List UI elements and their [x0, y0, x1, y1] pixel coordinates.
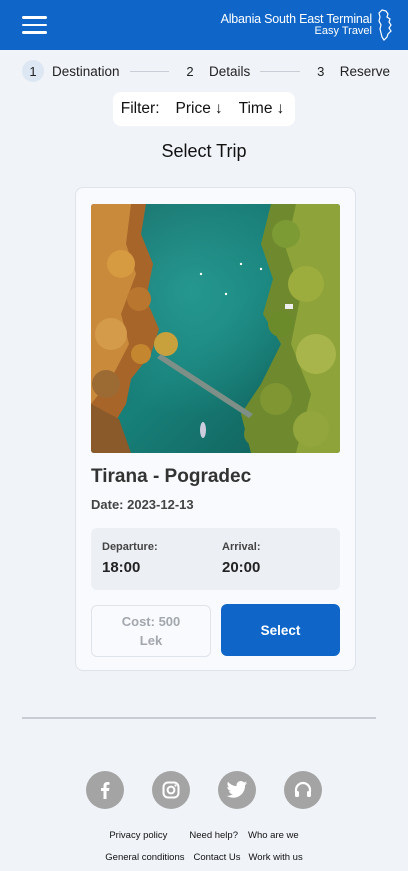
arrow-down-icon: ↓ [276, 100, 285, 117]
sort-time-button[interactable]: Time ↓ [239, 100, 285, 118]
booking-stepper: 1 Destination 2 Details 3 Reserve [0, 50, 408, 92]
trip-photo [91, 204, 340, 453]
departure-time: 18:00 [102, 559, 141, 576]
trip-route: Tirana - Pogradec [91, 466, 252, 487]
filter-bar: Filter: Price ↓ Time ↓ [112, 92, 296, 126]
step-details[interactable]: 2 Details [179, 60, 250, 82]
step-destination[interactable]: 1 Destination [22, 60, 120, 82]
who-are-we-link[interactable]: Who are we [248, 830, 299, 841]
step-connector [129, 70, 169, 72]
footer-links-row-1: Privacy policy Need help? Who are we [0, 830, 408, 841]
albania-map-icon [378, 9, 392, 41]
sort-price-label: Price [175, 100, 211, 117]
twitter-icon[interactable] [218, 771, 256, 809]
select-trip-button[interactable]: Select [221, 604, 340, 656]
step-reserve[interactable]: 3 Reserve [310, 60, 390, 82]
brand-subtitle: Easy Travel [314, 25, 372, 37]
brand-logo[interactable]: Albania South East Terminal Easy Travel [221, 9, 394, 41]
social-links [0, 771, 408, 809]
trip-times: Departure: 18:00 Arrival: 20:00 [91, 528, 340, 590]
step-connector [260, 70, 300, 72]
footer-links-row-2: General conditions Contact Us Work with … [0, 852, 408, 863]
sort-price-button[interactable]: Price ↓ [176, 100, 223, 118]
headset-icon[interactable] [284, 771, 322, 809]
arrival-label: Arrival: [222, 541, 261, 553]
step-number: 1 [22, 60, 44, 82]
filter-label: Filter: [120, 100, 160, 117]
app-header: Albania South East Terminal Easy Travel [0, 0, 408, 50]
facebook-icon[interactable] [86, 771, 124, 809]
footer-divider [22, 717, 376, 719]
menu-icon[interactable] [22, 16, 47, 34]
trip-card: Tirana - Pogradec Date: 2023-12-13 Depar… [75, 187, 356, 671]
arrival-time: 20:00 [222, 559, 261, 576]
arrow-down-icon: ↓ [214, 100, 223, 117]
brand-title: Albania South East Terminal [220, 12, 373, 26]
step-number: 3 [317, 63, 325, 79]
step-number: 2 [186, 63, 194, 79]
trip-cost: Cost: 500 Lek [91, 605, 211, 657]
instagram-icon[interactable] [152, 771, 190, 809]
sort-time-label: Time [238, 100, 273, 117]
general-conditions-link[interactable]: General conditions [105, 852, 184, 863]
trip-date: Date: 2023-12-13 [91, 497, 194, 512]
need-help-link[interactable]: Need help? [189, 830, 238, 841]
work-with-us-link[interactable]: Work with us [249, 852, 303, 863]
page-title: Select Trip [161, 141, 247, 161]
step-label: Destination [52, 63, 120, 79]
departure-label: Departure: [102, 541, 158, 553]
privacy-policy-link[interactable]: Privacy policy [109, 830, 167, 841]
contact-us-link[interactable]: Contact Us [194, 852, 241, 863]
step-label: Details [209, 63, 251, 79]
step-label: Reserve [339, 63, 390, 79]
